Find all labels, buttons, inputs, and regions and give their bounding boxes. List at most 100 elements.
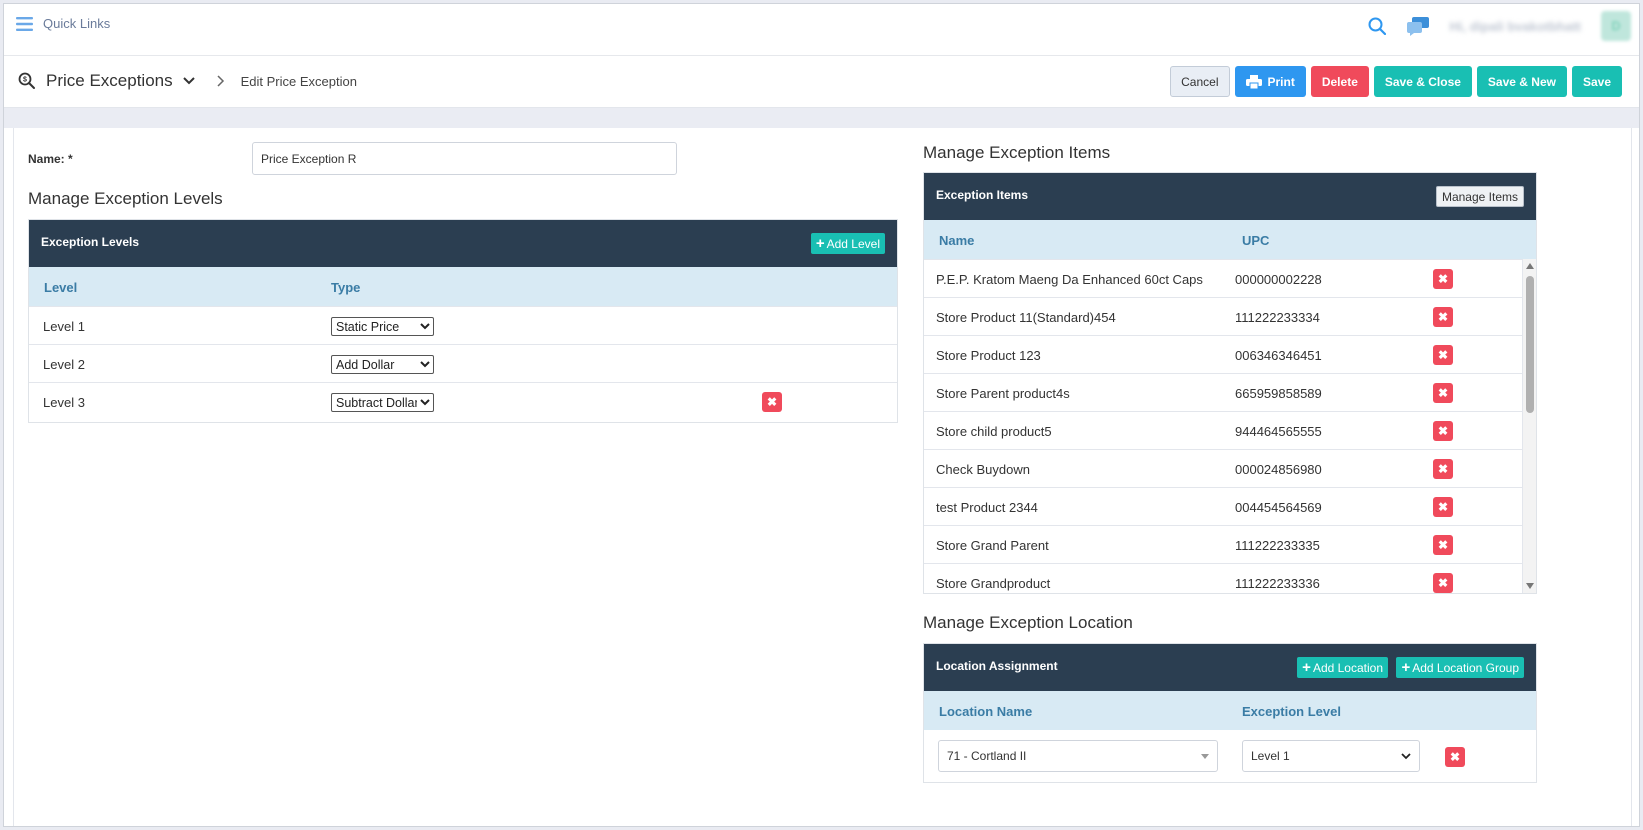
add-location-group-button[interactable]: + Add Location Group xyxy=(1396,657,1524,678)
level-type-select[interactable]: Static Price Add Dollar Subtract Dollar xyxy=(331,317,434,336)
item-name: Store Product 11(Standard)454 xyxy=(936,310,1116,325)
col-exception-level[interactable]: Exception Level xyxy=(1242,704,1341,719)
scroll-down-arrow[interactable] xyxy=(1526,583,1534,589)
table-row: Store Grand Parent 111222233335 ✖ xyxy=(924,525,1522,563)
col-location-name[interactable]: Location Name xyxy=(939,704,1032,719)
items-scrollbar[interactable] xyxy=(1522,259,1536,593)
chat-icon[interactable] xyxy=(1406,16,1430,36)
table-row: Store Parent product4s 665959858589 ✖ xyxy=(924,373,1522,411)
delete-button[interactable]: Delete xyxy=(1310,66,1369,97)
scrollbar-thumb[interactable] xyxy=(1526,276,1534,413)
dropdown-caret-icon xyxy=(1201,754,1209,759)
item-name: Store Grand Parent xyxy=(936,538,1049,553)
table-row: Level 2 Add Dollar Static Price Subtract… xyxy=(29,344,897,382)
col-upc[interactable]: UPC xyxy=(1242,233,1269,248)
chevron-down-icon[interactable] xyxy=(182,77,195,85)
top-bar: Quick Links Hi, dipali bvakotbhatt D xyxy=(4,4,1639,56)
remove-item-button[interactable]: ✖ xyxy=(1433,459,1453,479)
item-upc: 004454564569 xyxy=(1235,500,1322,515)
user-area: Hi, dipali bvakotbhatt D xyxy=(1368,11,1631,41)
levels-section-title: Manage Exception Levels xyxy=(28,189,223,208)
items-column-header: Name UPC xyxy=(924,220,1536,259)
chevron-right-icon xyxy=(217,75,224,87)
level-type-select[interactable]: Add Dollar Static Price Subtract Dollar xyxy=(331,355,434,374)
item-upc: 111222233336 xyxy=(1235,576,1320,591)
level-name: Level 1 xyxy=(43,319,85,334)
col-type[interactable]: Type xyxy=(331,280,360,295)
divider-band xyxy=(4,108,1639,128)
hamburger-menu-icon[interactable] xyxy=(16,16,33,31)
remove-item-button[interactable]: ✖ xyxy=(1433,383,1453,403)
manage-items-button[interactable]: Manage Items xyxy=(1435,186,1524,207)
level-name: Level 2 xyxy=(43,357,85,372)
add-level-button[interactable]: + Add Level xyxy=(810,233,885,254)
levels-panel-header: Exception Levels + Add Level xyxy=(29,220,897,267)
remove-item-button[interactable]: ✖ xyxy=(1433,421,1453,441)
remove-item-button[interactable]: ✖ xyxy=(1433,307,1453,327)
plus-icon: + xyxy=(1302,659,1311,676)
item-name: Store Parent product4s xyxy=(936,386,1070,401)
items-list: P.E.P. Kratom Maeng Da Enhanced 60ct Cap… xyxy=(924,259,1522,601)
level-type-select[interactable]: Subtract Dollar Static Price Add Dollar xyxy=(331,393,434,412)
user-name[interactable]: Hi, dipali bvakotbhatt xyxy=(1450,19,1581,34)
item-name: Store Product 123 xyxy=(936,348,1041,363)
save-close-button[interactable]: Save & Close xyxy=(1373,66,1472,97)
app-window: Quick Links Hi, dipali bvakotbhatt D $ P… xyxy=(3,3,1640,827)
remove-level-button[interactable]: ✖ xyxy=(762,392,782,412)
table-row: test Product 2344 004454564569 ✖ xyxy=(924,487,1522,525)
remove-item-button[interactable]: ✖ xyxy=(1433,497,1453,517)
table-row: Level 1 Static Price Add Dollar Subtract… xyxy=(29,306,897,344)
add-location-group-label: Add Location Group xyxy=(1412,660,1519,675)
save-new-button[interactable]: Save & New xyxy=(1476,66,1567,97)
chevron-down-icon xyxy=(1401,753,1411,760)
items-panel-header: Exception Items Manage Items xyxy=(924,173,1536,220)
remove-item-button[interactable]: ✖ xyxy=(1433,269,1453,289)
add-location-label: Add Location xyxy=(1312,660,1383,675)
quick-links[interactable]: Quick Links xyxy=(16,16,110,31)
avatar[interactable]: D xyxy=(1601,11,1631,41)
levels-panel: Exception Levels + Add Level Level Type … xyxy=(28,219,898,423)
print-label: Print xyxy=(1267,74,1295,89)
add-location-button[interactable]: + Add Location xyxy=(1297,657,1388,678)
table-row: Store Grandproduct 111222233336 ✖ xyxy=(924,563,1522,601)
location-section-title: Manage Exception Location xyxy=(923,613,1133,632)
svg-text:$: $ xyxy=(23,77,27,84)
cancel-button[interactable]: Cancel xyxy=(1170,66,1230,97)
exception-level-value: Level 1 xyxy=(1251,749,1290,763)
item-name: test Product 2344 xyxy=(936,500,1038,515)
page-title[interactable]: Price Exceptions xyxy=(46,71,173,91)
col-level[interactable]: Level xyxy=(44,280,77,295)
remove-item-button[interactable]: ✖ xyxy=(1433,535,1453,555)
table-row: 71 - Cortland II Level 1 ✖ xyxy=(924,730,1536,782)
table-row: Check Buydown 000024856980 ✖ xyxy=(924,449,1522,487)
breadcrumb-current: Edit Price Exception xyxy=(240,73,357,89)
item-upc: 006346346451 xyxy=(1235,348,1322,363)
remove-item-button[interactable]: ✖ xyxy=(1433,573,1453,593)
location-value: 71 - Cortland II xyxy=(947,749,1027,763)
item-name: Store Grandproduct xyxy=(936,576,1051,591)
search-icon[interactable] xyxy=(1368,17,1386,35)
location-panel-title: Location Assignment xyxy=(936,659,1058,673)
item-upc: 111222233334 xyxy=(1235,310,1320,325)
name-field[interactable] xyxy=(252,142,677,175)
remove-item-button[interactable]: ✖ xyxy=(1433,345,1453,365)
page-header: $ Price Exceptions Edit Price Exception … xyxy=(4,56,1639,108)
table-row: Store Product 123 006346346451 ✖ xyxy=(924,335,1522,373)
exception-level-select[interactable]: Level 1 xyxy=(1242,740,1420,772)
scroll-up-arrow[interactable] xyxy=(1526,263,1534,269)
print-button[interactable]: Print xyxy=(1234,66,1306,97)
name-label: Name: * xyxy=(28,152,73,166)
items-section-title: Manage Exception Items xyxy=(923,143,1111,162)
table-row: Store Product 11(Standard)454 11122223333… xyxy=(924,297,1522,335)
item-name: Store child product5 xyxy=(936,424,1052,439)
col-name[interactable]: Name xyxy=(939,233,974,248)
table-row: Level 3 Subtract Dollar Static Price Add… xyxy=(29,382,897,420)
item-upc: 000024856980 xyxy=(1235,462,1322,477)
location-column-header: Location Name Exception Level xyxy=(924,691,1536,730)
location-select[interactable]: 71 - Cortland II xyxy=(938,740,1218,772)
save-button[interactable]: Save xyxy=(1571,66,1622,97)
location-panel: Location Assignment + Add Location + Add… xyxy=(923,643,1537,783)
remove-location-button[interactable]: ✖ xyxy=(1445,747,1465,767)
plus-icon: + xyxy=(815,235,825,252)
table-row: P.E.P. Kratom Maeng Da Enhanced 60ct Cap… xyxy=(924,259,1522,297)
